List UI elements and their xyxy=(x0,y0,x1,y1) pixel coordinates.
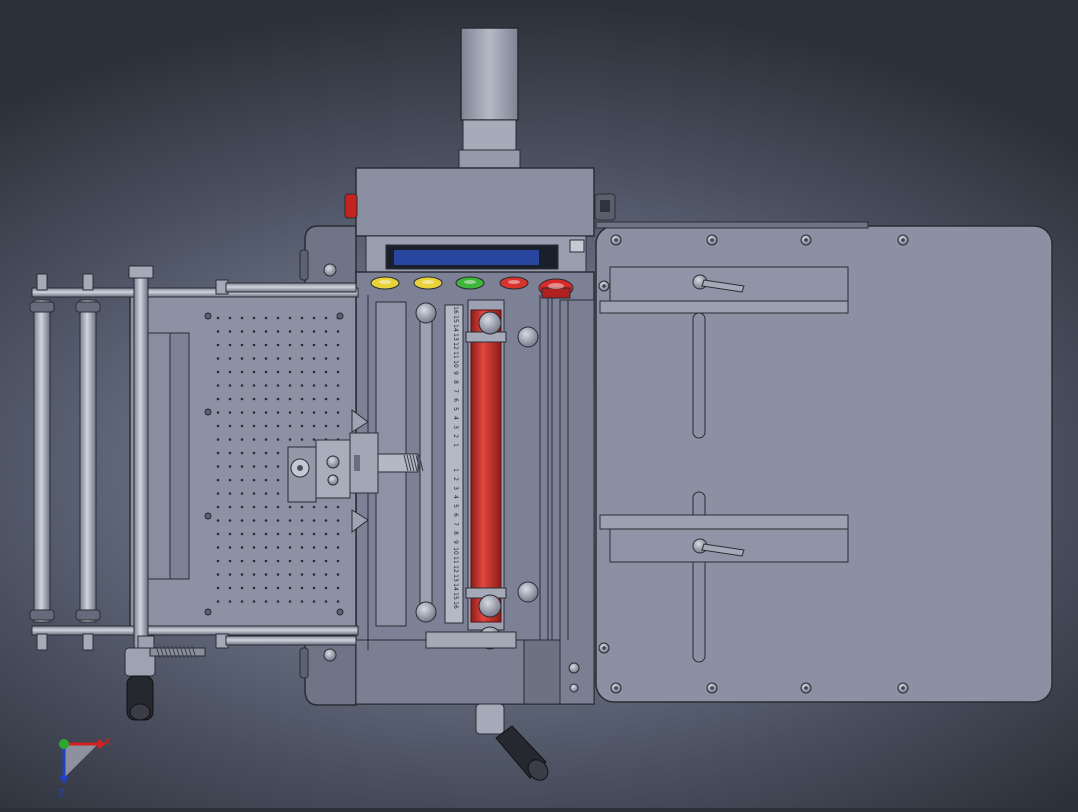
machine-model-top-view[interactable]: 1615141312111098765432112345678910111213… xyxy=(0,0,1078,808)
button-emergency-stop[interactable] xyxy=(538,278,574,299)
scale-label: 9 xyxy=(452,540,459,544)
scale-label: 10 xyxy=(452,360,459,368)
scale-label: 5 xyxy=(452,504,459,508)
scale-label: 14 xyxy=(452,583,459,591)
scale-label: 4 xyxy=(452,495,459,499)
scale-label: 12 xyxy=(452,565,459,573)
scale-label: 15 xyxy=(452,592,459,600)
scale-label: 16 xyxy=(452,601,459,609)
scale-label: 2 xyxy=(452,434,459,438)
scale-label: 15 xyxy=(452,315,459,323)
button-yellow-1[interactable] xyxy=(370,276,400,290)
lcd-display xyxy=(385,244,559,270)
crank-handle-bottom[interactable] xyxy=(475,703,552,784)
scale-label: 11 xyxy=(452,556,459,564)
side-rollers xyxy=(29,273,101,651)
scale-label: 7 xyxy=(452,389,459,393)
scale-label: 16 xyxy=(452,306,459,314)
scale-label: 7 xyxy=(452,522,459,526)
scale-label: 1 xyxy=(452,443,459,447)
button-green[interactable] xyxy=(455,276,485,290)
scale-label: 8 xyxy=(452,531,459,535)
scale-label: 9 xyxy=(452,371,459,375)
scale-label: 6 xyxy=(452,513,459,517)
scale-label: 10 xyxy=(452,547,459,555)
scale-label: 2 xyxy=(452,477,459,481)
scale-label: 5 xyxy=(452,407,459,411)
scale-label: 4 xyxy=(452,416,459,420)
stepper-motor xyxy=(458,27,521,171)
work-table xyxy=(595,221,1053,703)
scale-label: 11 xyxy=(452,351,459,359)
scale-label: 14 xyxy=(452,324,459,332)
scale-label: 13 xyxy=(452,574,459,582)
scale-label: 1 xyxy=(452,468,459,472)
scale-label: 3 xyxy=(452,425,459,429)
scale-label: 3 xyxy=(452,486,459,490)
coordinate-triad: X Z xyxy=(58,737,111,799)
scale-label: 8 xyxy=(452,380,459,384)
crank-handle-left[interactable] xyxy=(124,635,206,721)
button-yellow-2[interactable] xyxy=(413,276,443,290)
button-red[interactable] xyxy=(499,276,529,290)
control-box xyxy=(344,167,616,273)
scale-label: 13 xyxy=(452,333,459,341)
triad-x-label: X xyxy=(104,737,111,748)
scale-label: 6 xyxy=(452,398,459,402)
feed-roller xyxy=(465,299,507,631)
cad-viewport[interactable]: 16 15 14 13 12 11 10 9 8 7 6 5 4 3 2 1 1 2 3 4 5 6 7 8 9 10 11 12 13… xyxy=(0,0,1078,808)
triad-z-label: Z xyxy=(58,788,65,799)
scale-label: 12 xyxy=(452,342,459,350)
